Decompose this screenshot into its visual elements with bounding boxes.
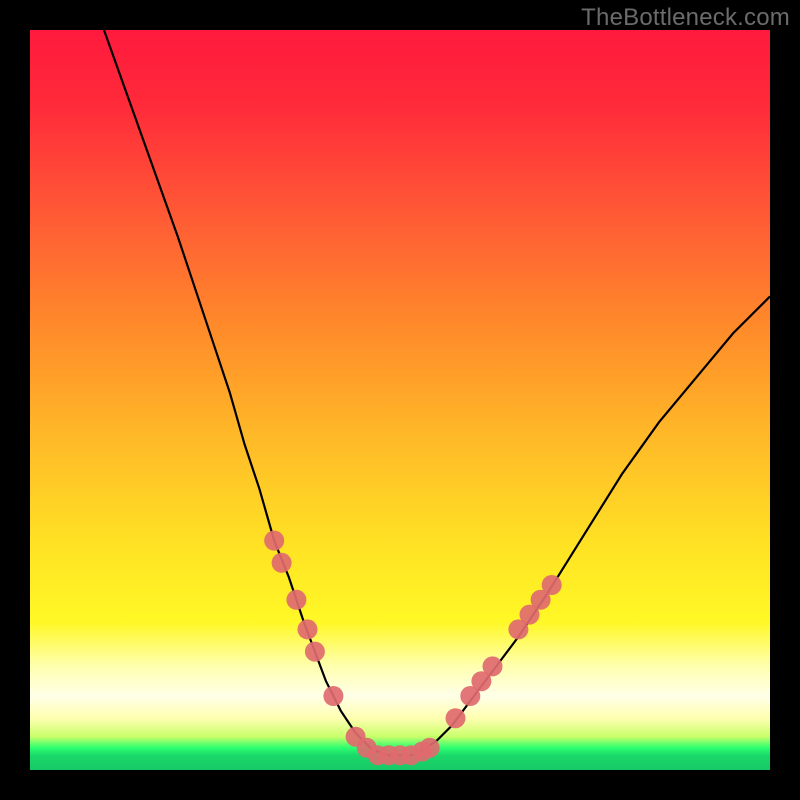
chart-svg (30, 30, 770, 770)
data-marker (542, 575, 562, 595)
watermark-text: TheBottleneck.com (581, 4, 790, 32)
data-marker (323, 686, 343, 706)
data-marker (298, 619, 318, 639)
data-marker (272, 553, 292, 573)
data-marker (483, 656, 503, 676)
data-marker (446, 708, 466, 728)
marker-layer (264, 531, 562, 766)
chart-frame: TheBottleneck.com (0, 0, 800, 800)
plot-area (30, 30, 770, 770)
data-marker (420, 738, 440, 758)
bottleneck-curve (104, 30, 770, 755)
data-marker (264, 531, 284, 551)
data-marker (305, 642, 325, 662)
data-marker (286, 590, 306, 610)
